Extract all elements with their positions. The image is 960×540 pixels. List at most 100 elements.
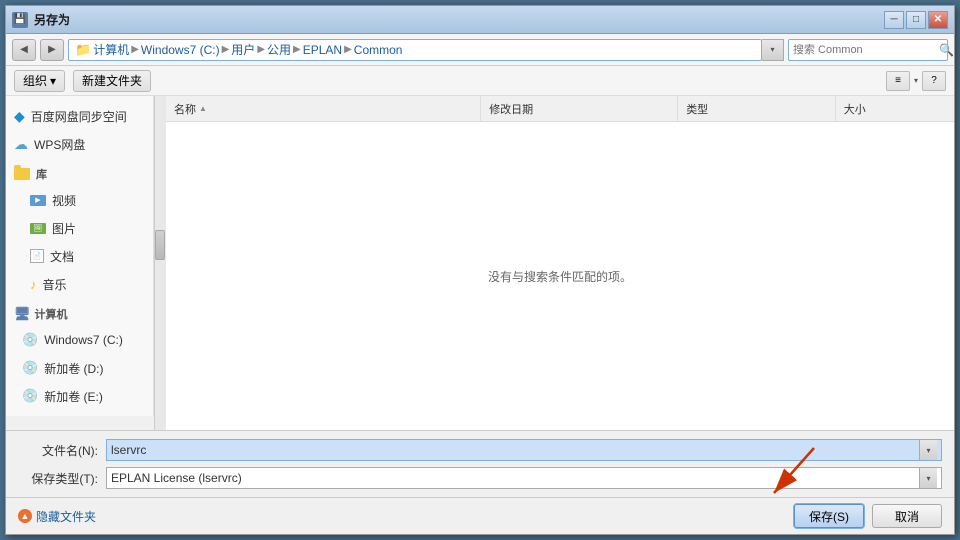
sidebar-item-music[interactable]: ♪ 音乐 bbox=[6, 270, 153, 298]
breadcrumb-common[interactable]: Common bbox=[354, 43, 403, 57]
maximize-button[interactable]: □ bbox=[906, 11, 926, 29]
save-dialog: 💾 另存为 ─ □ ✕ ◀ ▶ 📁 计算机 ▶ Windows7 (C:) ▶ … bbox=[5, 5, 955, 535]
sidebar: ◆ 百度网盘同步空间 ☁ WPS网盘 库 ▶ 视频 🖼 bbox=[6, 96, 166, 430]
hide-folders-arrow-icon: ▲ bbox=[18, 509, 32, 523]
sidebar-item-drive-e[interactable]: 💿 新加卷 (E:) bbox=[6, 382, 153, 410]
sidebar-item-videos[interactable]: ▶ 视频 bbox=[6, 186, 153, 214]
title-controls: ─ □ ✕ bbox=[884, 11, 948, 29]
new-folder-button[interactable]: 新建文件夹 bbox=[73, 70, 151, 92]
form-area: 文件名(N): ▾ 保存类型(T): EPLAN License (lservr… bbox=[6, 430, 954, 497]
drive-c-icon: 💿 bbox=[22, 332, 38, 348]
sidebar-wps-label: WPS网盘 bbox=[34, 136, 85, 153]
sidebar-scrollbar-thumb[interactable] bbox=[155, 230, 165, 260]
cancel-button[interactable]: 取消 bbox=[872, 504, 942, 528]
breadcrumb-computer[interactable]: 计算机 bbox=[93, 41, 129, 58]
col-type-label: 类型 bbox=[686, 101, 708, 117]
sidebar-music-label: 音乐 bbox=[43, 276, 67, 293]
sidebar-computer-group: 🖥 计算机 bbox=[6, 302, 153, 326]
view-button[interactable]: ≡ bbox=[886, 71, 910, 91]
back-button[interactable]: ◀ bbox=[12, 39, 36, 61]
sidebar-docs-label: 文档 bbox=[50, 248, 74, 265]
filetype-row: 保存类型(T): EPLAN License (lservrc) ▾ bbox=[18, 467, 942, 489]
toolbar-right: ≡ ▾ ? bbox=[886, 71, 946, 91]
sidebar-drive-e-label: 新加卷 (E:) bbox=[44, 388, 103, 405]
filename-label: 文件名(N): bbox=[18, 442, 98, 459]
title-bar-left: 💾 另存为 bbox=[12, 11, 70, 28]
filename-input[interactable] bbox=[111, 443, 919, 457]
breadcrumb[interactable]: 📁 计算机 ▶ Windows7 (C:) ▶ 用户 ▶ 公用 ▶ EPLAN … bbox=[68, 39, 762, 61]
close-button[interactable]: ✕ bbox=[928, 11, 948, 29]
col-date[interactable]: 修改日期 bbox=[481, 96, 678, 121]
organize-label: 组织 bbox=[23, 72, 47, 89]
col-size[interactable]: 大小 bbox=[836, 96, 954, 121]
doc-icon: 📄 bbox=[30, 249, 44, 263]
folder-icon bbox=[14, 168, 30, 180]
toolbar: 组织 ▾ 新建文件夹 ≡ ▾ ? bbox=[6, 66, 954, 96]
organize-button[interactable]: 组织 ▾ bbox=[14, 70, 65, 92]
hide-folders-label: 隐藏文件夹 bbox=[36, 508, 96, 525]
filetype-label: 保存类型(T): bbox=[18, 470, 98, 487]
sidebar-win7c-label: Windows7 (C:) bbox=[44, 333, 123, 347]
view-arrow[interactable]: ▾ bbox=[914, 76, 918, 85]
empty-message: 没有与搜索条件匹配的项。 bbox=[488, 268, 632, 285]
sidebar-scrollbar-track bbox=[154, 96, 166, 430]
address-container: 📁 计算机 ▶ Windows7 (C:) ▶ 用户 ▶ 公用 ▶ EPLAN … bbox=[68, 39, 784, 61]
address-bar: ◀ ▶ 📁 计算机 ▶ Windows7 (C:) ▶ 用户 ▶ 公用 ▶ EP… bbox=[6, 34, 954, 66]
folder-icon-small: 📁 bbox=[75, 42, 91, 58]
new-folder-label: 新建文件夹 bbox=[82, 72, 142, 89]
music-icon: ♪ bbox=[30, 277, 37, 292]
sidebar-item-baidu[interactable]: ◆ 百度网盘同步空间 bbox=[6, 102, 153, 130]
drive-e-icon: 💿 bbox=[22, 388, 38, 404]
col-name[interactable]: 名称 ▲ bbox=[166, 96, 481, 121]
filename-dropdown-button[interactable]: ▾ bbox=[919, 440, 937, 460]
dialog-icon: 💾 bbox=[12, 12, 28, 28]
sidebar-item-win7c[interactable]: 💿 Windows7 (C:) bbox=[6, 326, 153, 354]
breadcrumb-public[interactable]: 公用 bbox=[267, 41, 291, 58]
filetype-value: EPLAN License (lservrc) bbox=[111, 471, 919, 485]
drive-d-icon: 💿 bbox=[22, 360, 38, 376]
minimize-button[interactable]: ─ bbox=[884, 11, 904, 29]
filetype-select-container: EPLAN License (lservrc) ▾ bbox=[106, 467, 942, 489]
sidebar-computer-label: 计算机 bbox=[35, 306, 68, 322]
col-date-label: 修改日期 bbox=[489, 101, 533, 117]
filetype-dropdown-button[interactable]: ▾ bbox=[919, 468, 937, 488]
computer-icon: 🖥 bbox=[14, 306, 31, 322]
breadcrumb-eplan[interactable]: EPLAN bbox=[303, 43, 342, 57]
sidebar-images-label: 图片 bbox=[52, 220, 76, 237]
sort-arrow: ▲ bbox=[199, 104, 207, 113]
breadcrumb-drive[interactable]: Windows7 (C:) bbox=[141, 43, 220, 57]
sidebar-item-drive-d[interactable]: 💿 新加卷 (D:) bbox=[6, 354, 153, 382]
hide-folders-button[interactable]: ▲ 隐藏文件夹 bbox=[18, 508, 96, 525]
save-label: 保存(S) bbox=[809, 508, 849, 525]
col-name-label: 名称 bbox=[174, 101, 196, 117]
file-list-empty: 没有与搜索条件匹配的项。 bbox=[166, 122, 954, 430]
wps-cloud-icon: ☁ bbox=[14, 136, 28, 153]
sidebar-item-docs[interactable]: 📄 文档 bbox=[6, 242, 153, 270]
dialog-title: 另存为 bbox=[34, 11, 70, 28]
sidebar-item-images[interactable]: 🖼 图片 bbox=[6, 214, 153, 242]
col-size-label: 大小 bbox=[844, 101, 866, 117]
filename-input-container: ▾ bbox=[106, 439, 942, 461]
search-container: 🔍 bbox=[788, 39, 948, 61]
breadcrumb-users[interactable]: 用户 bbox=[231, 41, 255, 58]
help-button[interactable]: ? bbox=[922, 71, 946, 91]
cloud-icon: ◆ bbox=[14, 108, 25, 125]
breadcrumb-dropdown-button[interactable]: ▾ bbox=[762, 39, 784, 61]
sidebar-videos-label: 视频 bbox=[52, 192, 76, 209]
file-area: 名称 ▲ 修改日期 类型 大小 没有与搜索条件匹配的项。 bbox=[166, 96, 954, 430]
sidebar-scroll-content: ◆ 百度网盘同步空间 ☁ WPS网盘 库 ▶ 视频 🖼 bbox=[6, 96, 154, 416]
image-icon: 🖼 bbox=[30, 223, 46, 234]
sidebar-item-wps[interactable]: ☁ WPS网盘 bbox=[6, 130, 153, 158]
save-button[interactable]: 保存(S) bbox=[794, 504, 864, 528]
cancel-label: 取消 bbox=[895, 508, 919, 525]
col-type[interactable]: 类型 bbox=[678, 96, 836, 121]
video-icon: ▶ bbox=[30, 195, 46, 206]
organize-arrow: ▾ bbox=[50, 74, 56, 88]
filename-row: 文件名(N): ▾ bbox=[18, 439, 942, 461]
sidebar-drive-d-label: 新加卷 (D:) bbox=[44, 360, 103, 377]
forward-button[interactable]: ▶ bbox=[40, 39, 64, 61]
search-input[interactable] bbox=[793, 44, 935, 56]
search-icon[interactable]: 🔍 bbox=[939, 43, 954, 57]
help-icon: ? bbox=[931, 75, 937, 86]
sidebar-library-label: 库 bbox=[36, 166, 47, 182]
